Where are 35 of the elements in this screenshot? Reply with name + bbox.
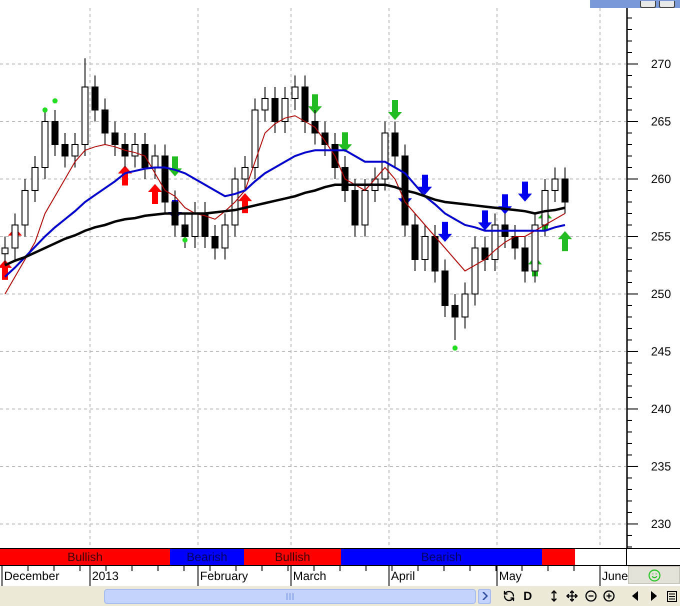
move-icon	[566, 590, 578, 602]
axis-label: 255	[651, 230, 672, 244]
axis-label: 265	[651, 114, 672, 128]
signal-segment: Bearish	[170, 549, 244, 565]
month-label: May	[499, 569, 522, 583]
signal-segment: Bullish	[0, 549, 170, 565]
axis-label: 240	[651, 402, 672, 416]
month-label: March	[293, 569, 326, 583]
pan-button[interactable]	[564, 588, 580, 604]
month-label: December	[4, 569, 60, 583]
refresh-icon	[503, 590, 516, 602]
list-icon	[666, 590, 677, 602]
scroll-right-button[interactable]	[478, 588, 492, 604]
date-button[interactable]: D	[520, 588, 536, 604]
signal-segment: Bullish	[244, 549, 341, 565]
axis-label: 270	[651, 57, 672, 71]
zoom-in-button[interactable]	[600, 588, 618, 604]
scrollbar-thumb[interactable]	[104, 588, 476, 604]
smiley-icon	[648, 568, 660, 582]
grip-icon	[286, 592, 294, 600]
axis-label: 260	[651, 172, 672, 186]
axis-label: 250	[651, 286, 672, 301]
axis-label: 245	[651, 344, 672, 358]
month-label: February	[200, 569, 248, 583]
signal-segment: Bearish	[341, 549, 542, 565]
axis-label: 230	[651, 516, 672, 531]
zoom-out-icon	[584, 590, 597, 602]
zoom-in-icon	[602, 590, 615, 602]
month-label: June	[602, 569, 628, 583]
month-label: April	[391, 569, 416, 583]
axis-label: 235	[651, 459, 672, 474]
month-label: 2013	[92, 569, 119, 583]
chevron-right-icon	[482, 592, 488, 600]
triangle-right-icon	[650, 591, 656, 601]
triangle-left-icon	[632, 591, 638, 601]
